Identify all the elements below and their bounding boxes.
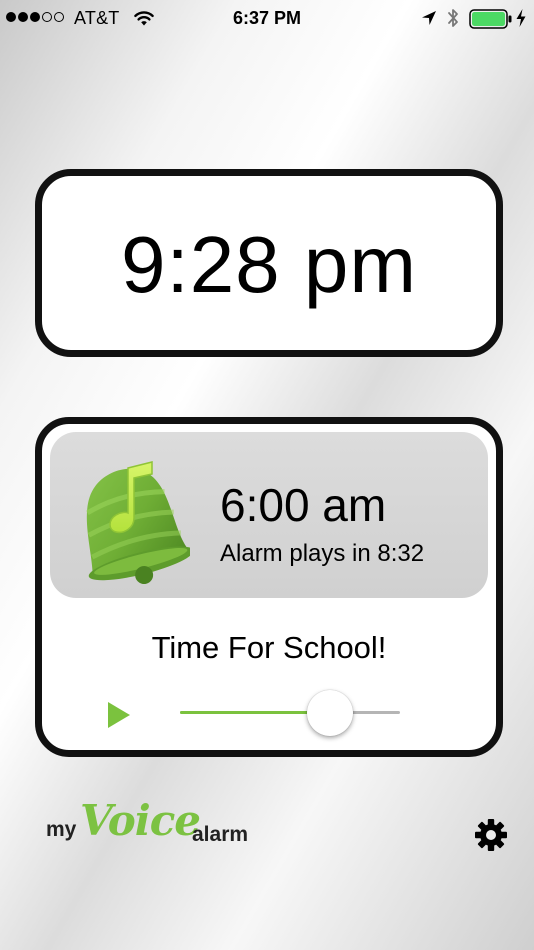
logo-alarm-text: alarm <box>192 823 249 846</box>
logo-my-text: my <box>46 818 77 841</box>
play-icon[interactable] <box>106 700 132 730</box>
volume-slider[interactable] <box>180 690 400 736</box>
alarm-time: 6:00 am <box>220 479 387 531</box>
charging-icon <box>516 9 526 27</box>
logo-voice-text: Voice <box>80 796 201 845</box>
current-time-card: 9:28 pm <box>35 169 503 357</box>
alarm-card[interactable]: 6:00 am Alarm plays in 8:32 Time For Sch… <box>35 417 503 757</box>
battery-icon <box>469 9 512 29</box>
gear-icon[interactable] <box>474 818 508 852</box>
slider-thumb[interactable] <box>306 690 353 736</box>
bluetooth-icon <box>448 9 458 27</box>
bell-music-icon <box>86 461 190 585</box>
app-logo: my Voice alarm <box>46 796 258 852</box>
status-bar: AT&T 6:37 PM <box>0 0 534 38</box>
alarm-name: Time For School! <box>151 630 387 665</box>
current-time-display: 9:28 pm <box>120 220 418 309</box>
alarm-summary[interactable]: 6:00 am Alarm plays in 8:32 <box>50 432 488 598</box>
alarm-countdown: Alarm plays in 8:32 <box>220 540 425 567</box>
location-icon <box>422 11 436 25</box>
